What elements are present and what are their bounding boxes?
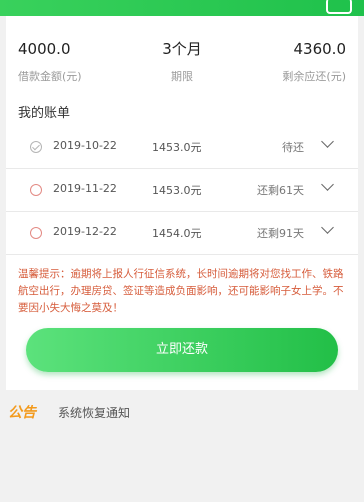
announcement-text[interactable]: 系统恢复通知 [58, 404, 130, 421]
repay-now-button[interactable]: 立即还款 [26, 328, 338, 372]
bill-status: 还剩61天 [257, 184, 304, 197]
bill-date: 2019-12-22 [53, 225, 117, 238]
bill-status: 待还 [282, 141, 304, 154]
bill-list: 2019-10-22 1453.0元 待还 2019-11-22 1453.0元… [6, 128, 358, 257]
bill-row[interactable]: 2019-10-22 1453.0元 待还 [6, 128, 358, 169]
bill-amount: 1453.0元 [152, 184, 202, 197]
message-icon[interactable] [326, 0, 352, 14]
term-label: 期限 [171, 70, 193, 83]
bill-status: 还剩91天 [257, 227, 304, 240]
loan-amount-block: 4000.0 借款金额(元) [18, 38, 138, 84]
radio-icon[interactable] [30, 227, 42, 239]
bill-amount: 1453.0元 [152, 141, 202, 154]
remaining-label: 剩余应还(元) [282, 70, 346, 83]
loan-summary: 4000.0 借款金额(元) 3个月 期限 4360.0 剩余应还(元) [6, 38, 358, 88]
loan-amount-label: 借款金额(元) [18, 70, 82, 83]
bill-date: 2019-11-22 [53, 182, 117, 195]
top-bar [0, 0, 364, 16]
overdue-notice: 温馨提示：逾期将上报人行征信系统，长时间逾期将对您找工作、铁路航空出行，办理房贷… [18, 268, 344, 314]
bill-row[interactable]: 2019-12-22 1454.0元 还剩91天 [6, 214, 358, 255]
announcement-bar[interactable]: 公告 系统恢复通知 [0, 394, 364, 430]
checked-radio-icon[interactable] [30, 141, 42, 153]
chevron-down-icon[interactable] [321, 221, 334, 234]
bill-date: 2019-10-22 [53, 139, 117, 152]
announcement-tag: 公告 [8, 405, 36, 421]
chevron-down-icon[interactable] [321, 178, 334, 191]
chevron-down-icon[interactable] [321, 135, 334, 148]
loan-amount-value: 4000.0 [18, 40, 71, 58]
bill-amount: 1454.0元 [152, 227, 202, 240]
radio-icon[interactable] [30, 184, 42, 196]
term-block: 3个月 期限 [122, 38, 242, 84]
remaining-value: 4360.0 [293, 40, 347, 58]
remaining-block: 4360.0 剩余应还(元) [226, 38, 346, 84]
term-value: 3个月 [162, 40, 202, 58]
loan-card: 4000.0 借款金额(元) 3个月 期限 4360.0 剩余应还(元) 我的账… [6, 16, 358, 390]
bill-row[interactable]: 2019-11-22 1453.0元 还剩61天 [6, 171, 358, 212]
bills-title: 我的账单 [18, 106, 71, 121]
